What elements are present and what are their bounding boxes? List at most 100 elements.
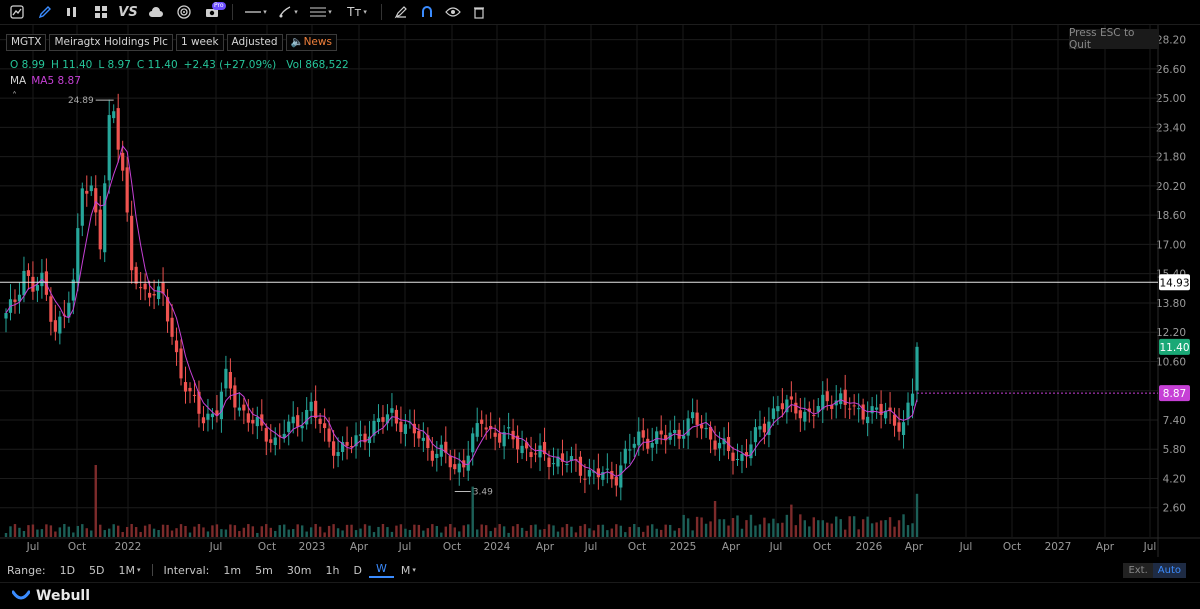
- volume-bar: [835, 516, 838, 537]
- interval-w[interactable]: W: [369, 562, 394, 578]
- candle-body: [480, 419, 484, 424]
- candle-body: [255, 416, 259, 427]
- volume-bar: [848, 516, 851, 537]
- candle-body: [183, 382, 188, 392]
- brand[interactable]: Webull: [12, 588, 90, 604]
- fib-tool-icon[interactable]: ▾: [303, 0, 339, 24]
- range-1d[interactable]: 1D: [53, 564, 82, 577]
- volume-bar: [529, 525, 533, 537]
- esc-hint[interactable]: Press ESC to Quit: [1069, 27, 1159, 51]
- line-price-tag: 14.93: [1159, 277, 1189, 289]
- volume-bar: [772, 518, 775, 537]
- candle-body: [691, 412, 695, 419]
- interval-30m[interactable]: 30m: [280, 564, 319, 577]
- layout-grid-icon[interactable]: [88, 0, 114, 24]
- volume-bar: [875, 522, 878, 537]
- volume-bar: [130, 524, 133, 537]
- interval-d[interactable]: D: [347, 564, 369, 577]
- volume-bar: [202, 527, 205, 537]
- candle-body: [4, 313, 8, 319]
- price-chart[interactable]: 28.20 26.60 25.00 23.40 21.80 20.20 18.60 17.00…: [0, 25, 1200, 557]
- candle-body: [471, 433, 475, 453]
- volume-bar: [597, 524, 600, 537]
- interval-1h[interactable]: 1h: [319, 564, 347, 577]
- camera-pro-icon[interactable]: Pro: [198, 0, 226, 24]
- volume-bar: [220, 529, 223, 537]
- candles-icon[interactable]: [56, 0, 88, 24]
- low-value: 8.97: [107, 59, 131, 71]
- candle-body: [439, 444, 443, 457]
- eye-icon[interactable]: [440, 0, 466, 24]
- draw-pen-icon[interactable]: [388, 0, 414, 24]
- volume-bar: [709, 521, 712, 537]
- volume-bar: [9, 526, 12, 537]
- volume-bar: [363, 524, 367, 537]
- candle-body: [529, 452, 533, 458]
- candle-body: [794, 402, 798, 414]
- volume-bar: [633, 524, 636, 537]
- scale-toggle: Ext. Auto: [1123, 563, 1186, 578]
- ohlc-readout: O 8.99 H 11.40 L 8.97 C 11.40 +2.43 (+27…: [10, 59, 349, 71]
- ma-legend[interactable]: MA MA5 8.87: [10, 75, 81, 87]
- x-tick-label: Oct: [628, 541, 646, 553]
- adjusted-chip[interactable]: Adjusted: [226, 34, 283, 51]
- volume-bar: [94, 465, 97, 537]
- candle-body: [646, 438, 650, 449]
- candle-body: [825, 391, 829, 402]
- text-tool-button[interactable]: Tт ▾: [339, 0, 375, 24]
- chart-type-icon[interactable]: [0, 0, 34, 24]
- range-5d[interactable]: 5D: [82, 564, 111, 577]
- volume-bar: [812, 517, 815, 537]
- x-tick-label: Jul: [769, 541, 783, 553]
- ma-price-tag: 8.87: [1163, 388, 1186, 400]
- candle-body: [749, 444, 753, 459]
- candle-body: [547, 457, 551, 468]
- target-icon[interactable]: [170, 0, 198, 24]
- auto-scale-toggle[interactable]: Auto: [1152, 563, 1186, 578]
- pencil-icon[interactable]: [34, 0, 56, 24]
- candle-body: [897, 422, 901, 432]
- news-chip[interactable]: 🔈News: [285, 34, 337, 51]
- magnet-icon[interactable]: [414, 0, 440, 24]
- ext-hours-toggle[interactable]: Ext.: [1123, 563, 1153, 578]
- interval-1m[interactable]: 1m: [216, 564, 248, 577]
- volume-bar: [852, 516, 856, 537]
- candle-body: [619, 465, 623, 488]
- candle-body: [753, 427, 758, 443]
- collapse-chevron-icon[interactable]: ˄: [12, 91, 17, 102]
- volume-bar: [296, 524, 299, 537]
- volume-bar: [327, 525, 331, 537]
- volume-bar: [377, 526, 380, 537]
- candle-body: [121, 152, 125, 171]
- volume-bar: [426, 528, 430, 537]
- volume-bar: [152, 528, 156, 537]
- ma-label: MA: [10, 75, 27, 87]
- volume-bar: [368, 525, 371, 537]
- interval-5m[interactable]: 5m: [248, 564, 280, 577]
- company-chip[interactable]: Meiragtx Holdings Plc: [49, 34, 173, 51]
- brush-tool-icon[interactable]: ▾: [273, 0, 303, 24]
- candle-body: [453, 464, 457, 470]
- volume-bar: [817, 520, 820, 537]
- y-tick-label: 18.60: [1156, 210, 1186, 222]
- line-tool-icon[interactable]: ▾: [239, 0, 273, 24]
- candle-body: [704, 427, 708, 430]
- volume-bar: [826, 522, 829, 537]
- candle-body: [174, 340, 179, 353]
- range-1m[interactable]: 1M ▾: [112, 564, 148, 577]
- candle-body: [457, 463, 461, 473]
- volume-bar: [861, 519, 865, 537]
- cloud-icon[interactable]: [142, 0, 170, 24]
- volume-bar: [763, 517, 766, 537]
- volume-bar: [660, 529, 663, 537]
- candle-body: [857, 408, 861, 410]
- compare-vs-button[interactable]: VS: [114, 0, 142, 24]
- symbol-chip[interactable]: MGTX: [6, 34, 47, 51]
- volume-bar: [336, 528, 340, 537]
- volume-bar: [242, 527, 246, 537]
- interval-m[interactable]: M ▾: [394, 564, 423, 577]
- volume-bar: [197, 524, 201, 537]
- trash-icon[interactable]: [466, 0, 492, 24]
- interval-chip[interactable]: 1 week: [175, 34, 224, 51]
- volume-bar: [417, 524, 421, 537]
